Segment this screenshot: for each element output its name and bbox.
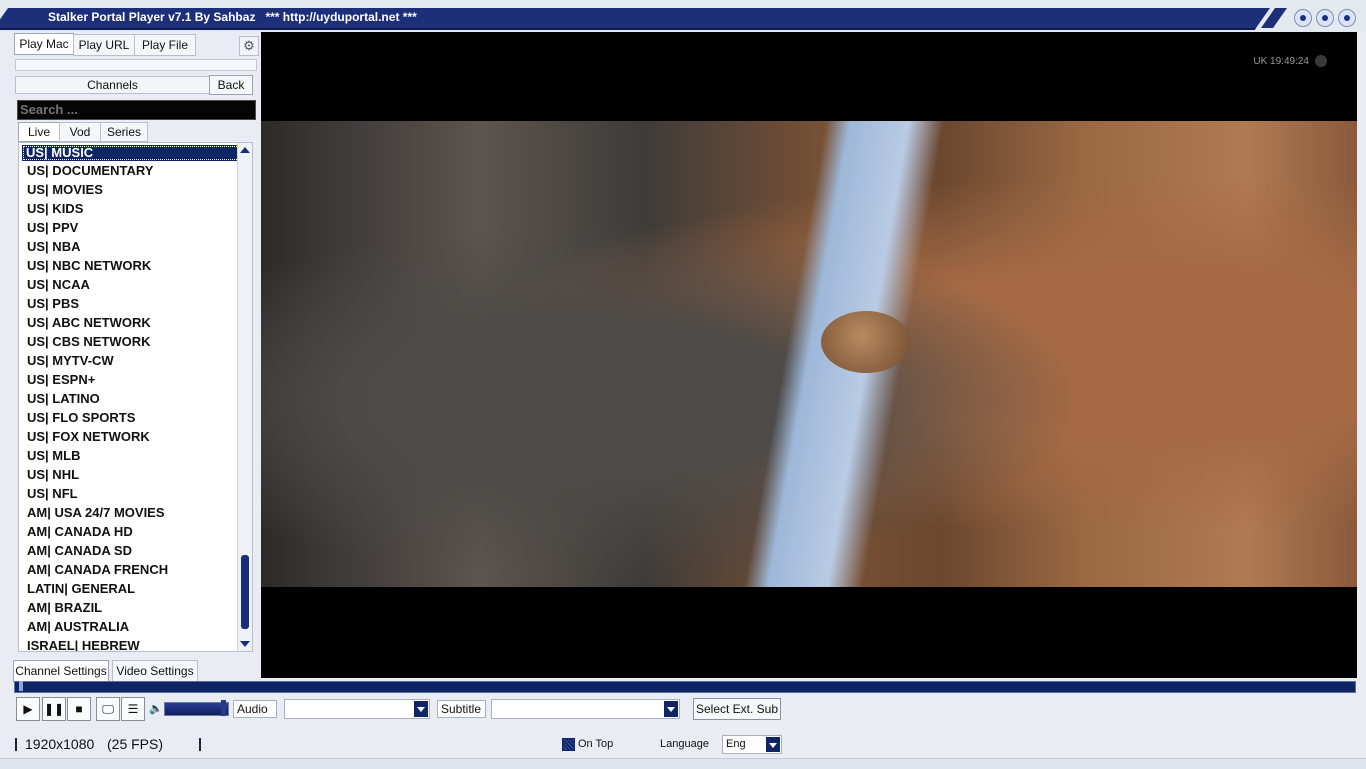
list-item[interactable]: US| MYTV-CW: [19, 351, 252, 370]
list-item[interactable]: LATIN| GENERAL: [19, 579, 252, 598]
on-top-label: On Top: [578, 738, 614, 750]
tab-live[interactable]: Live: [18, 122, 60, 142]
list-item[interactable]: US| LATINO: [19, 389, 252, 408]
list-item[interactable]: AM| AUSTRALIA: [19, 617, 252, 636]
list-item[interactable]: US| NCAA: [19, 275, 252, 294]
channel-panel: Play Mac Play URL Play File ⚙ Channels B…: [10, 32, 260, 680]
on-top-checkbox[interactable]: [562, 738, 575, 751]
progress-strip: [15, 59, 257, 71]
video-osd: UK 19:49:24: [1253, 55, 1327, 67]
chevron-down-icon[interactable]: [414, 701, 428, 717]
list-item[interactable]: US| MLB: [19, 446, 252, 465]
stop-button[interactable]: ■: [67, 697, 91, 721]
list-item[interactable]: AM| CANADA SD: [19, 541, 252, 560]
tab-channel-settings[interactable]: Channel Settings: [13, 660, 109, 682]
language-label: Language: [660, 738, 709, 750]
video-frame-detail: [821, 311, 911, 373]
playlist-button[interactable]: ☰: [121, 697, 145, 721]
status-divider: [199, 738, 201, 751]
volume-knob[interactable]: [220, 700, 226, 716]
play-icon: ▶: [23, 702, 33, 716]
channel-items: US| MUSIC US| DOCUMENTARY US| MOVIES US| KI…: [19, 145, 252, 651]
back-button[interactable]: Back: [209, 75, 253, 95]
list-item[interactable]: AM| CANADA HD: [19, 522, 252, 541]
list-item[interactable]: AM| CANADA FRENCH: [19, 560, 252, 579]
status-divider: [15, 738, 17, 751]
list-item[interactable]: US| NHL: [19, 465, 252, 484]
subtitle-label: Subtitle: [437, 700, 486, 718]
channel-list[interactable]: US| MUSIC US| DOCUMENTARY US| MOVIES US| KI…: [18, 142, 253, 652]
tab-play-mac[interactable]: Play Mac: [14, 33, 74, 55]
resolution-text: 1920x1080: [25, 736, 95, 752]
list-scrollbar[interactable]: [237, 143, 252, 651]
pause-icon: ❚❚: [43, 702, 65, 716]
seek-knob[interactable]: [19, 681, 24, 691]
window-title: Stalker Portal Player v7.1 By Sahbaz ***…: [48, 10, 417, 24]
settings-gear-icon[interactable]: ⚙: [239, 36, 259, 56]
list-item[interactable]: US| NBA: [19, 237, 252, 256]
audio-select[interactable]: [284, 699, 430, 719]
list-item[interactable]: ISRAEL| HEBREW: [19, 636, 252, 651]
list-item[interactable]: US| NFL: [19, 484, 252, 503]
chevron-down-icon[interactable]: [664, 701, 678, 717]
search-input[interactable]: [17, 100, 256, 120]
list-item[interactable]: US| ESPN+: [19, 370, 252, 389]
title-bar: Stalker Portal Player v7.1 By Sahbaz ***…: [0, 0, 1366, 32]
list-item[interactable]: US| FLO SPORTS: [19, 408, 252, 427]
list-item[interactable]: US| NBC NETWORK: [19, 256, 252, 275]
maximize-button[interactable]: [1316, 9, 1334, 27]
tab-series[interactable]: Series: [100, 122, 148, 142]
scroll-up-arrow-icon[interactable]: [240, 147, 250, 153]
volume-slider[interactable]: [164, 702, 229, 716]
window-controls: [1294, 9, 1356, 27]
list-item[interactable]: AM| USA 24/7 MOVIES: [19, 503, 252, 522]
language-select[interactable]: Eng: [722, 735, 782, 754]
list-icon: ☰: [127, 702, 139, 716]
tab-play-url[interactable]: Play URL: [73, 34, 135, 56]
video-frame: [261, 121, 1357, 587]
subtitle-select[interactable]: [491, 699, 680, 719]
list-item[interactable]: US| DOCUMENTARY: [19, 161, 252, 180]
list-item[interactable]: US| KIDS: [19, 199, 252, 218]
list-item[interactable]: US| FOX NETWORK: [19, 427, 252, 446]
video-display[interactable]: UK 19:49:24: [261, 32, 1357, 678]
pause-button[interactable]: ❚❚: [42, 697, 66, 721]
chevron-down-icon[interactable]: [766, 737, 780, 752]
fullscreen-button[interactable]: 🖵: [96, 697, 120, 721]
list-item[interactable]: US| CBS NETWORK: [19, 332, 252, 351]
osd-record-icon: [1315, 55, 1327, 67]
list-item[interactable]: US| PBS: [19, 294, 252, 313]
list-item[interactable]: US| MOVIES: [19, 180, 252, 199]
list-item[interactable]: AM| BRAZIL: [19, 598, 252, 617]
stop-icon: ■: [75, 702, 83, 716]
scroll-down-arrow-icon[interactable]: [240, 641, 250, 647]
minimize-button[interactable]: [1294, 9, 1312, 27]
list-item[interactable]: US| ABC NETWORK: [19, 313, 252, 332]
monitor-icon: 🖵: [102, 701, 114, 716]
seek-bar[interactable]: [14, 681, 1356, 693]
list-item[interactable]: US| MUSIC: [22, 145, 246, 161]
play-button[interactable]: ▶: [16, 697, 40, 721]
close-button[interactable]: [1338, 9, 1356, 27]
tab-video-settings[interactable]: Video Settings: [112, 660, 198, 682]
window-bottom-edge: [0, 758, 1366, 769]
scroll-thumb[interactable]: [241, 555, 249, 629]
select-ext-sub-button[interactable]: Select Ext. Sub: [693, 698, 781, 720]
osd-time: UK 19:49:24: [1253, 55, 1309, 67]
tab-vod[interactable]: Vod: [59, 122, 101, 142]
volume-icon[interactable]: 🔈: [149, 702, 163, 715]
tab-play-file[interactable]: Play File: [134, 34, 196, 56]
channels-header: Channels: [15, 76, 210, 94]
list-item[interactable]: US| PPV: [19, 218, 252, 237]
audio-label: Audio: [233, 700, 277, 718]
fps-text: (25 FPS): [107, 736, 164, 752]
language-value: Eng: [726, 738, 746, 750]
